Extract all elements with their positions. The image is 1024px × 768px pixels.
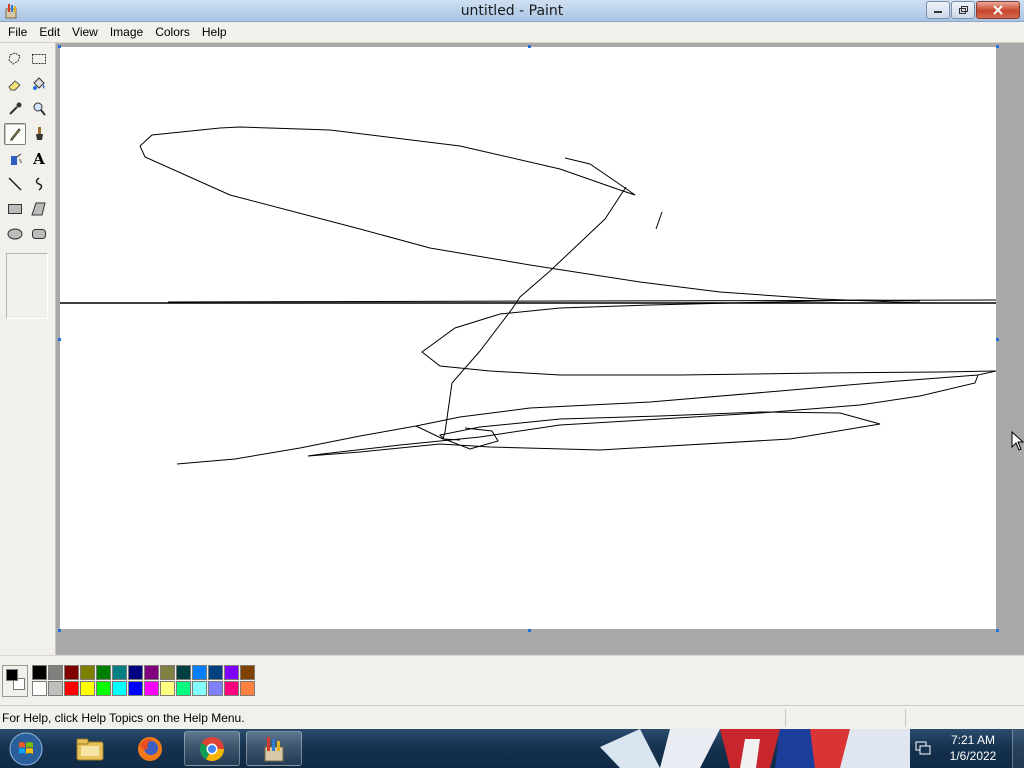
menu-file[interactable]: File — [2, 22, 33, 43]
ellipse-icon[interactable] — [4, 223, 26, 245]
color-swatch[interactable] — [224, 681, 239, 696]
color-swatch[interactable] — [224, 665, 239, 680]
menu-help[interactable]: Help — [196, 22, 233, 43]
clock-date: 1/6/2022 — [949, 749, 997, 763]
rectangle-icon[interactable] — [4, 198, 26, 220]
close-button[interactable] — [976, 1, 1020, 19]
paint-icon — [264, 736, 284, 761]
color-swatch[interactable] — [48, 681, 63, 696]
start-button[interactable] — [6, 731, 46, 766]
tool-options-box[interactable] — [6, 253, 48, 319]
pick-color-icon[interactable] — [4, 98, 26, 120]
clock-time: 7:21 AM — [950, 733, 996, 747]
color-swatch[interactable] — [144, 681, 159, 696]
color-swatch[interactable] — [64, 681, 79, 696]
close-icon — [993, 5, 1003, 15]
brush-icon[interactable] — [28, 123, 50, 145]
status-divider — [905, 709, 906, 727]
color-swatch[interactable] — [112, 681, 127, 696]
windows-explorer-icon — [76, 738, 104, 760]
fill-icon[interactable] — [28, 73, 50, 95]
minimize-button[interactable] — [926, 1, 950, 19]
menu-bar: File Edit View Image Colors Help — [0, 22, 1024, 43]
menu-edit[interactable]: Edit — [33, 22, 66, 43]
show-desktop-button[interactable] — [1012, 729, 1024, 768]
color-swatch[interactable] — [96, 665, 111, 680]
color-swatch[interactable] — [64, 665, 79, 680]
status-help-text: For Help, click Help Topics on the Help … — [2, 711, 245, 725]
color-swatch[interactable] — [160, 681, 175, 696]
color-swatch[interactable] — [240, 665, 255, 680]
resize-handle[interactable] — [996, 45, 999, 48]
resize-handle[interactable] — [528, 629, 531, 632]
resize-handle[interactable] — [58, 338, 61, 341]
network-icon[interactable] — [914, 739, 932, 757]
taskbar-firefox[interactable] — [122, 731, 178, 766]
color-swatch[interactable] — [176, 665, 191, 680]
color-swatch[interactable] — [208, 665, 223, 680]
mouse-cursor-icon — [1011, 431, 1024, 451]
canvas-drawing — [60, 126, 997, 465]
taskbar-explorer[interactable] — [62, 731, 118, 766]
color-swatch[interactable] — [128, 681, 143, 696]
chrome-icon — [199, 736, 224, 761]
status-divider — [785, 709, 786, 727]
text-tool-glyph: A — [33, 150, 45, 168]
airbrush-icon[interactable] — [4, 148, 26, 170]
canvas-area[interactable] — [56, 43, 1024, 655]
color-swatch[interactable] — [80, 665, 95, 680]
curve-icon[interactable] — [28, 173, 50, 195]
resize-handle[interactable] — [996, 629, 999, 632]
firefox-icon — [138, 736, 162, 761]
resize-handle[interactable] — [58, 45, 61, 48]
menu-view[interactable]: View — [66, 22, 104, 43]
title-bar[interactable]: untitled - Paint — [0, 0, 1024, 22]
color-swatch[interactable] — [128, 665, 143, 680]
tool-box: A — [0, 43, 56, 655]
text-icon[interactable]: A — [28, 148, 50, 170]
system-clock[interactable]: 7:21 AM 1/6/2022 — [940, 732, 1006, 764]
color-box — [0, 655, 1024, 705]
color-swatch[interactable] — [240, 681, 255, 696]
resize-handle[interactable] — [528, 45, 531, 48]
pencil-icon[interactable] — [4, 123, 26, 145]
menu-colors[interactable]: Colors — [149, 22, 196, 43]
select-icon[interactable] — [28, 48, 50, 70]
taskbar-chrome[interactable] — [184, 731, 240, 766]
eraser-icon[interactable] — [4, 73, 26, 95]
color-swatch[interactable] — [192, 681, 207, 696]
color-swatch[interactable] — [208, 681, 223, 696]
taskbar: 7:21 AM 1/6/2022 — [0, 729, 1024, 768]
menu-image[interactable]: Image — [104, 22, 149, 43]
color-swatch[interactable] — [32, 665, 47, 680]
windows-logo-icon — [9, 732, 43, 765]
status-bar: For Help, click Help Topics on the Help … — [0, 705, 1024, 729]
free-form-select-icon[interactable] — [4, 48, 26, 70]
color-swatch[interactable] — [160, 665, 175, 680]
minimize-icon — [934, 11, 942, 13]
maximize-button[interactable] — [951, 1, 975, 19]
color-swatch[interactable] — [176, 681, 191, 696]
color-swatch[interactable] — [112, 665, 127, 680]
polygon-icon[interactable] — [28, 198, 50, 220]
color-swatch[interactable] — [48, 665, 63, 680]
resize-handle[interactable] — [58, 629, 61, 632]
resize-handle[interactable] — [996, 338, 999, 341]
rounded-rectangle-icon[interactable] — [28, 223, 50, 245]
color-swatch[interactable] — [144, 665, 159, 680]
window-title: untitled - Paint — [460, 3, 564, 19]
color-swatch[interactable] — [32, 681, 47, 696]
drawing-canvas[interactable] — [60, 47, 997, 629]
foreground-color — [6, 669, 18, 681]
color-swatch[interactable] — [80, 681, 95, 696]
line-icon[interactable] — [4, 173, 26, 195]
magnifier-icon[interactable] — [28, 98, 50, 120]
taskbar-paint[interactable] — [246, 731, 302, 766]
current-colors — [2, 665, 28, 697]
wallpaper-art — [600, 729, 910, 768]
color-swatch[interactable] — [192, 665, 207, 680]
restore-icon — [959, 6, 968, 14]
color-palette — [32, 665, 256, 697]
color-swatch[interactable] — [96, 681, 111, 696]
